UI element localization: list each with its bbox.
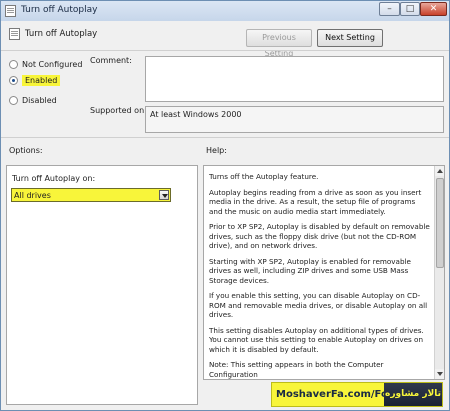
help-scrollbar[interactable] (434, 166, 444, 379)
options-title: Options: (9, 146, 43, 155)
radio-label: Disabled (22, 95, 57, 105)
supported-on-value: At least Windows 2000 (150, 110, 242, 119)
watermark-banner: MoshaverFa.com/Forum تالار مشاوره (271, 382, 443, 407)
radio-enabled[interactable]: Enabled (9, 74, 61, 86)
help-paragraph: If you enable this setting, you can disa… (209, 291, 428, 319)
chevron-down-icon[interactable] (159, 190, 169, 200)
radio-label: Not Configured (22, 59, 83, 69)
help-paragraph: Turns off the Autoplay feature. (209, 172, 319, 181)
title-bar[interactable]: Turn off Autoplay – □ ✕ (1, 1, 449, 21)
comment-label: Comment: (90, 56, 132, 65)
supported-on-field: At least Windows 2000 (145, 106, 444, 133)
autoplay-on-label: Turn off Autoplay on: (12, 174, 96, 183)
scroll-thumb[interactable] (436, 178, 444, 268)
help-title: Help: (206, 146, 227, 155)
help-paragraph: This setting disables Autoplay on additi… (209, 325, 424, 354)
header-divider (1, 50, 449, 51)
section-divider (1, 137, 449, 138)
help-paragraph: Autoplay begins reading from a drive as … (209, 187, 422, 216)
supported-on-label: Supported on: (90, 106, 147, 115)
help-text: Turns off the Autoplay feature. Autoplay… (209, 172, 431, 379)
minimize-button[interactable]: – (379, 2, 400, 16)
radio-circle[interactable] (9, 59, 18, 69)
watermark-logo: تالار مشاوره (384, 383, 442, 406)
scroll-down-arrow-icon[interactable] (435, 369, 444, 379)
previous-setting-button[interactable]: Previous Setting (246, 29, 312, 58)
dialog-window: Turn off Autoplay – □ ✕ Turn off Autopla… (0, 0, 450, 411)
radio-label: Enabled (22, 74, 61, 86)
help-paragraph: Note: This setting appears in both the C… (209, 360, 384, 379)
autoplay-drives-select[interactable]: All drives (11, 188, 171, 202)
next-setting-button[interactable]: Next Setting (317, 29, 383, 47)
maximize-button[interactable]: □ (400, 2, 420, 16)
help-paragraph: Prior to XP SP2, Autoplay is disabled by… (209, 222, 430, 250)
radio-not-configured[interactable]: Not Configured (9, 58, 82, 70)
help-panel: Turns off the Autoplay feature. Autoplay… (203, 165, 445, 380)
help-paragraph: Starting with XP SP2, Autoplay is enable… (209, 256, 411, 285)
window-title: Turn off Autoplay (21, 5, 98, 15)
radio-circle[interactable] (9, 75, 18, 85)
close-button[interactable]: ✕ (420, 2, 447, 16)
select-value: All drives (14, 191, 51, 200)
scroll-up-arrow-icon[interactable] (435, 166, 444, 176)
setting-title: Turn off Autoplay (25, 29, 98, 39)
radio-circle[interactable] (9, 95, 18, 105)
radio-disabled[interactable]: Disabled (9, 94, 57, 106)
policy-icon (5, 5, 16, 17)
comment-field[interactable] (145, 56, 444, 102)
setting-icon (9, 28, 20, 40)
